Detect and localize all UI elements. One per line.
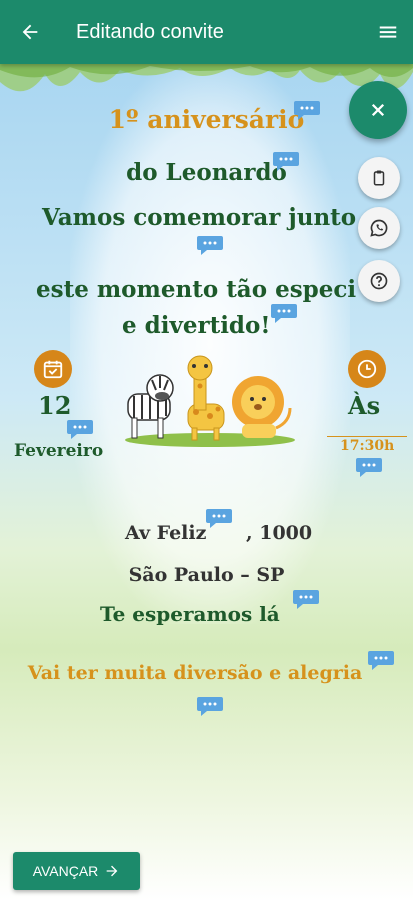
comment-bubble-icon[interactable] — [292, 588, 320, 610]
address-city[interactable]: São Paulo – SP — [0, 564, 413, 586]
event-time-label[interactable]: Às — [348, 391, 380, 420]
menu-icon — [379, 26, 397, 38]
next-button-label: AVANÇAR — [32, 863, 99, 879]
page-title: Editando convite — [76, 20, 224, 43]
whatsapp-icon — [370, 219, 388, 237]
invite-footer-message[interactable]: Vai ter muita diversão e alegria — [0, 662, 390, 684]
invite-name[interactable]: do Leonardo — [0, 159, 413, 186]
time-divider — [327, 436, 407, 437]
help-icon — [370, 272, 388, 290]
close-fab[interactable] — [349, 81, 407, 139]
comment-bubble-icon[interactable] — [293, 99, 321, 121]
whatsapp-share-button[interactable] — [358, 207, 400, 249]
safari-animals-illustration — [125, 355, 295, 447]
address-street[interactable]: Av Feliz — [125, 522, 206, 544]
address-number[interactable]: , 1000 — [246, 522, 312, 544]
comment-bubble-icon[interactable] — [270, 302, 298, 324]
clock-badge — [348, 350, 386, 388]
clipboard-icon — [373, 170, 385, 186]
invite-message-line1[interactable]: Vamos comemorar junto — [42, 204, 356, 231]
event-time[interactable]: 17:30h — [340, 438, 394, 454]
event-day[interactable]: 12 — [38, 391, 71, 420]
calendar-icon — [43, 360, 63, 379]
comment-bubble-icon[interactable] — [196, 234, 224, 256]
comment-bubble-icon[interactable] — [367, 649, 395, 671]
copy-button[interactable] — [358, 157, 400, 199]
help-button[interactable] — [358, 260, 400, 302]
comment-bubble-icon[interactable] — [272, 150, 300, 172]
comment-bubble-icon[interactable] — [66, 418, 94, 440]
calendar-badge — [34, 350, 72, 388]
invite-closing[interactable]: Te esperamos lá — [100, 602, 280, 626]
menu-button[interactable] — [363, 0, 413, 64]
invite-card: 1º aniversário do Leonardo Vamos comemor… — [0, 64, 413, 900]
app-bar: Editando convite — [0, 0, 413, 64]
comment-bubble-icon[interactable] — [196, 695, 224, 717]
event-month[interactable]: Fevereiro — [14, 441, 103, 461]
back-arrow-icon — [22, 24, 38, 40]
invite-message-line2[interactable]: este momento tão especi — [36, 276, 356, 303]
comment-bubble-icon[interactable] — [205, 507, 233, 529]
invite-message-line3[interactable]: e divertido! — [122, 312, 270, 339]
close-icon — [371, 103, 385, 117]
next-button[interactable]: AVANÇAR — [13, 852, 140, 890]
clock-icon — [357, 359, 377, 379]
arrow-right-icon — [106, 865, 118, 877]
back-button[interactable] — [0, 0, 60, 64]
comment-bubble-icon[interactable] — [355, 456, 383, 478]
